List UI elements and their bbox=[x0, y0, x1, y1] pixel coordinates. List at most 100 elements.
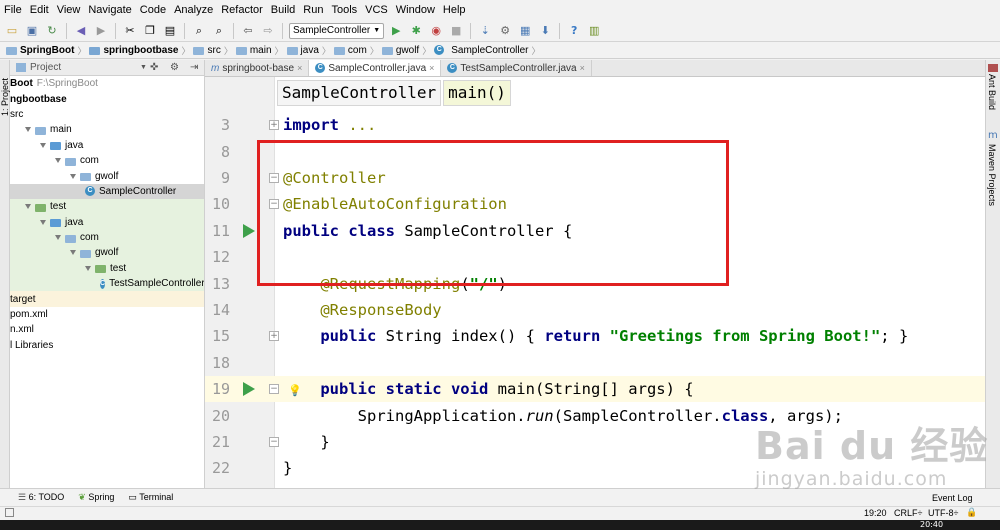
lock-icon[interactable]: 🔒 bbox=[966, 507, 977, 518]
code-line[interactable]: 8 bbox=[205, 138, 985, 164]
forward-icon[interactable]: ▶ bbox=[93, 23, 109, 39]
scroll-from-source-icon[interactable]: ✜ bbox=[150, 62, 158, 73]
tree-item[interactable]: pom.xml bbox=[10, 307, 204, 322]
ant-build-tool-button[interactable]: Ant Build bbox=[987, 74, 997, 118]
back-icon[interactable]: ◀ bbox=[73, 23, 89, 39]
menu-vcs[interactable]: VCS bbox=[361, 0, 392, 20]
spring-tool-button[interactable]: ❦ Spring bbox=[78, 492, 114, 503]
tree-item[interactable]: src bbox=[10, 107, 204, 122]
code-line[interactable]: 15 public String index() { return "Greet… bbox=[205, 323, 985, 349]
tree-item[interactable]: test bbox=[10, 260, 204, 277]
find-icon[interactable]: ⌕ bbox=[191, 23, 207, 39]
menu-analyze[interactable]: Analyze bbox=[170, 0, 217, 20]
tree-item[interactable]: C TestSampleController bbox=[10, 276, 204, 292]
menu-edit[interactable]: Edit bbox=[26, 0, 53, 20]
expand-arrow-icon[interactable] bbox=[25, 127, 31, 133]
code-line[interactable]: 19 public static void main(String[] args… bbox=[205, 376, 985, 403]
settings-icon[interactable]: ⚙ bbox=[497, 23, 513, 39]
code-line[interactable]: 11 public class SampleController { bbox=[205, 218, 985, 244]
run-class-icon[interactable] bbox=[243, 223, 255, 238]
nav-back-icon[interactable]: ⇦ bbox=[240, 23, 256, 39]
paste-icon[interactable]: ▤ bbox=[162, 23, 178, 39]
menu-run[interactable]: Run bbox=[299, 0, 327, 20]
tree-item[interactable]: java bbox=[10, 138, 204, 153]
menu-file[interactable]: File bbox=[0, 0, 26, 20]
menu-view[interactable]: View bbox=[53, 0, 85, 20]
debug-icon[interactable]: ✱ bbox=[408, 23, 424, 39]
save-all-icon[interactable]: ▣ bbox=[24, 23, 40, 39]
tree-item[interactable]: gwolf bbox=[10, 168, 204, 183]
code-line[interactable]: 10 @EnableAutoConfiguration bbox=[205, 191, 985, 217]
tree-item[interactable]: n.xml bbox=[10, 322, 204, 337]
breadcrumb-class[interactable]: SampleController bbox=[277, 80, 442, 106]
expand-arrow-icon[interactable] bbox=[40, 142, 46, 148]
run-icon[interactable]: ▶ bbox=[388, 23, 404, 39]
help-icon[interactable]: ? bbox=[566, 23, 582, 39]
project-structure-icon[interactable]: ▦ bbox=[517, 23, 533, 39]
tree-item[interactable]: java bbox=[10, 214, 204, 230]
expand-arrow-icon[interactable] bbox=[25, 204, 31, 210]
code-line[interactable]: 14 @ResponseBody bbox=[205, 297, 985, 323]
expand-arrow-icon[interactable] bbox=[85, 265, 91, 271]
todo-tool-button[interactable]: ☰ 6: TODO bbox=[18, 492, 64, 503]
tree-item[interactable]: gwolf bbox=[10, 245, 204, 261]
coverage-icon[interactable]: ◉ bbox=[428, 23, 444, 39]
project-view-icon[interactable] bbox=[16, 63, 26, 72]
menu-help[interactable]: Help bbox=[439, 0, 470, 20]
tree-module[interactable]: ngbootbase bbox=[10, 91, 204, 106]
expand-arrow-icon[interactable] bbox=[55, 235, 61, 241]
nav-crumb-module[interactable]: springbootbase bbox=[86, 45, 181, 56]
plugin-icon[interactable]: ▥ bbox=[586, 23, 602, 39]
close-icon[interactable]: × bbox=[297, 63, 302, 73]
fold-expand-icon[interactable]: + bbox=[269, 331, 279, 342]
menu-window[interactable]: Window bbox=[392, 0, 439, 20]
nav-crumb-main[interactable]: main bbox=[233, 45, 275, 56]
code-line[interactable]: 9 @Controller bbox=[205, 165, 985, 191]
editor-tab[interactable]: C TestSampleController.java × bbox=[441, 60, 592, 76]
vcs-update-icon[interactable]: ⇣ bbox=[477, 23, 493, 39]
code-line[interactable]: 12 bbox=[205, 244, 985, 270]
code-line[interactable]: 13 @RequestMapping("/") bbox=[205, 270, 985, 296]
nav-forward-icon[interactable]: ⇨ bbox=[260, 23, 276, 39]
replace-icon[interactable]: ⌕ bbox=[211, 23, 227, 39]
tree-item[interactable]: C SampleController bbox=[10, 183, 204, 200]
tree-root[interactable]: Boot F:\SpringBoot bbox=[10, 76, 204, 91]
fold-collapse-icon[interactable]: − bbox=[269, 172, 279, 183]
sync-icon[interactable]: ↻ bbox=[44, 23, 60, 39]
run-main-icon[interactable] bbox=[243, 382, 255, 396]
tree-item[interactable]: target bbox=[10, 291, 204, 307]
tree-item[interactable]: com bbox=[10, 153, 204, 168]
tree-item[interactable]: main bbox=[10, 122, 204, 137]
copy-icon[interactable]: ❐ bbox=[142, 23, 158, 39]
fold-collapse-icon[interactable]: − bbox=[269, 436, 279, 447]
event-log-tool-button[interactable]: Event Log bbox=[932, 493, 973, 503]
expand-arrow-icon[interactable] bbox=[40, 219, 46, 225]
fold-collapse-icon[interactable]: − bbox=[269, 384, 279, 394]
project-tool-button[interactable]: 1: Project bbox=[0, 66, 10, 116]
menu-refactor[interactable]: Refactor bbox=[217, 0, 267, 20]
editor-tab[interactable]: C SampleController.java × bbox=[309, 60, 442, 76]
fold-expand-icon[interactable]: + bbox=[269, 120, 279, 130]
fold-collapse-icon[interactable]: − bbox=[269, 199, 279, 210]
nav-crumb-gwolf[interactable]: gwolf bbox=[379, 45, 422, 56]
nav-crumb-src[interactable]: src bbox=[190, 45, 223, 56]
tree-item[interactable]: l Libraries bbox=[10, 338, 204, 353]
code-line[interactable]: 3 import ... bbox=[205, 112, 985, 138]
project-panel-title[interactable]: Project bbox=[30, 62, 61, 73]
close-icon[interactable]: × bbox=[429, 63, 434, 73]
nav-crumb-com[interactable]: com bbox=[331, 45, 370, 56]
expand-arrow-icon[interactable] bbox=[70, 250, 76, 256]
stop-icon[interactable]: ■ bbox=[448, 23, 464, 39]
intention-bulb-icon[interactable]: 💡 bbox=[288, 384, 302, 397]
menu-tools[interactable]: Tools bbox=[327, 0, 361, 20]
tree-item[interactable]: test bbox=[10, 199, 204, 215]
nav-crumb-java[interactable]: java bbox=[284, 45, 322, 56]
maven-projects-tool-button[interactable]: Maven Projects bbox=[987, 144, 997, 214]
breadcrumb-method[interactable]: main() bbox=[443, 80, 511, 106]
code-line[interactable]: 18 bbox=[205, 350, 985, 376]
expand-arrow-icon[interactable] bbox=[55, 158, 61, 164]
open-folder-icon[interactable]: ▭ bbox=[4, 23, 20, 39]
chevron-down-icon[interactable]: ▼ bbox=[140, 64, 147, 71]
hide-icon[interactable]: ⇥ bbox=[190, 62, 198, 73]
line-separator[interactable]: CRLF÷ bbox=[894, 508, 922, 518]
